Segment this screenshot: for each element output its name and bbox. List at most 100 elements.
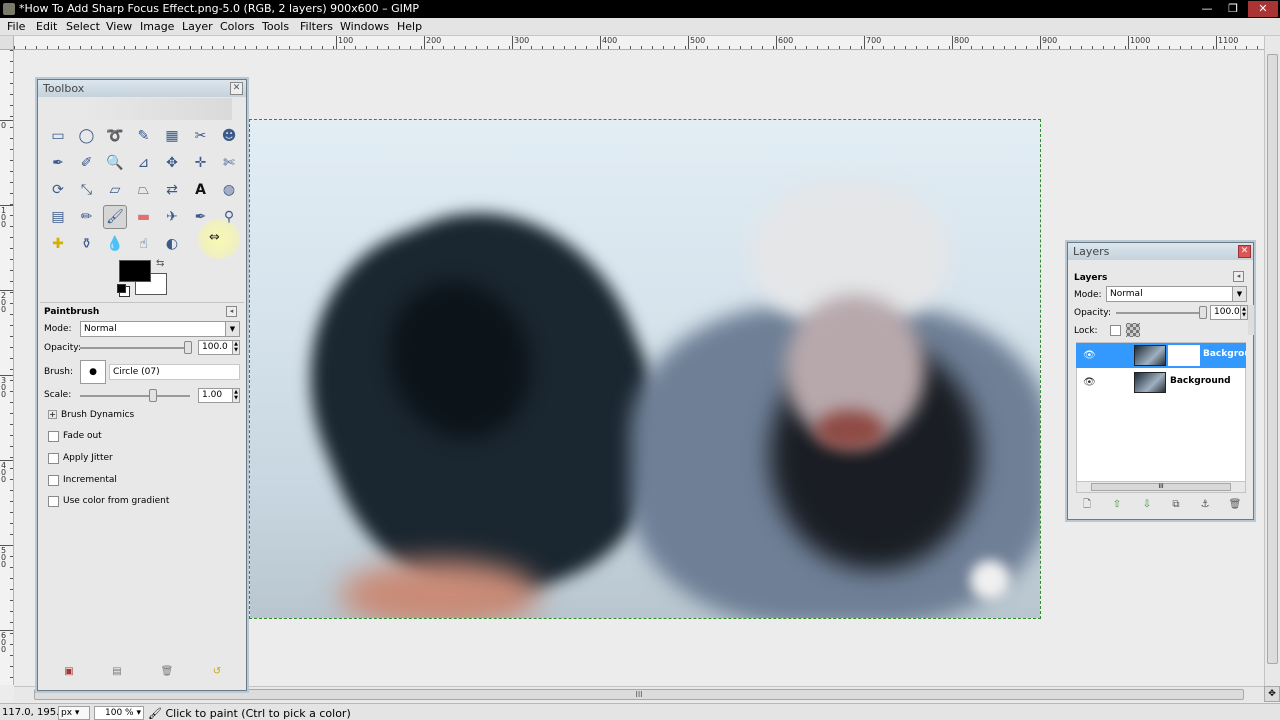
mode-select[interactable]: Normal ▼ bbox=[80, 321, 240, 337]
color-picker-tool-icon[interactable]: ✐ bbox=[75, 151, 99, 175]
opacity-spinbox[interactable]: 100.0 ▲ ▼ bbox=[198, 340, 240, 355]
layers-tab-label[interactable]: Layers bbox=[1074, 273, 1107, 283]
menu-windows[interactable]: Windows bbox=[340, 20, 389, 33]
measure-tool-icon[interactable]: ⊿ bbox=[132, 151, 156, 175]
menu-tools[interactable]: Tools bbox=[262, 20, 289, 33]
shear-tool-icon[interactable]: ▱ bbox=[103, 178, 127, 202]
eraser-tool-icon[interactable]: ▬ bbox=[132, 205, 156, 229]
scale-spinbox[interactable]: 1.00 ▲ ▼ bbox=[198, 388, 240, 403]
scale-slider[interactable] bbox=[80, 395, 190, 397]
menu-layer[interactable]: Layer bbox=[182, 20, 213, 33]
scale-slider-knob[interactable] bbox=[149, 389, 157, 402]
swap-colors-icon[interactable]: ⇆ bbox=[156, 258, 164, 269]
fade-out-checkbox[interactable] bbox=[48, 431, 59, 442]
blend-tool-icon[interactable]: ▤ bbox=[46, 205, 70, 229]
vertical-ruler[interactable]: 0 100 200 300 400 500 600 bbox=[0, 50, 14, 685]
layer-name[interactable]: Backgroun bbox=[1203, 349, 1246, 359]
menu-colors[interactable]: Colors bbox=[220, 20, 254, 33]
reset-options-icon[interactable]: ↺ bbox=[210, 666, 224, 678]
perspective-tool-icon[interactable]: ⏢ bbox=[132, 178, 156, 202]
visibility-eye-icon[interactable]: 👁 bbox=[1083, 350, 1096, 361]
flip-tool-icon[interactable]: ⇄ bbox=[160, 178, 184, 202]
brush-dynamics-expander[interactable]: Brush Dynamics bbox=[61, 410, 134, 420]
menu-select[interactable]: Select bbox=[66, 20, 100, 33]
incremental-checkbox[interactable] bbox=[48, 475, 59, 486]
layer-name[interactable]: Background bbox=[1170, 376, 1231, 386]
airbrush-tool-icon[interactable]: ✈ bbox=[160, 205, 184, 229]
ellipse-select-tool-icon[interactable]: ◯ bbox=[75, 124, 99, 148]
navigate-button[interactable]: ✥ bbox=[1264, 686, 1280, 702]
smudge-tool-icon[interactable]: ☝ bbox=[132, 232, 156, 256]
free-select-tool-icon[interactable]: ➰ bbox=[103, 124, 127, 148]
layer-mask-thumbnail[interactable] bbox=[1168, 345, 1200, 366]
wilber-drop-area[interactable] bbox=[82, 98, 232, 120]
layers-mode-select[interactable]: Normal ▼ bbox=[1106, 286, 1247, 302]
anchor-layer-icon[interactable]: ⚓ bbox=[1198, 499, 1212, 511]
paths-tool-icon[interactable]: ✒ bbox=[46, 151, 70, 175]
blur-sharpen-tool-icon[interactable]: 💧 bbox=[103, 232, 127, 256]
menu-edit[interactable]: Edit bbox=[36, 20, 57, 33]
raise-layer-icon[interactable]: ⇧ bbox=[1110, 499, 1124, 511]
opacity-slider[interactable] bbox=[80, 347, 190, 349]
vertical-scroll-thumb[interactable] bbox=[1267, 54, 1278, 664]
pencil-tool-icon[interactable]: ✏ bbox=[75, 205, 99, 229]
delete-options-icon[interactable]: 🗑 bbox=[160, 666, 174, 678]
layers-hscrollbar[interactable]: III bbox=[1076, 481, 1246, 493]
delete-layer-icon[interactable]: 🗑 bbox=[1228, 499, 1242, 511]
expand-icon[interactable]: + bbox=[48, 410, 57, 419]
lock-pixels-checkbox[interactable] bbox=[1110, 325, 1121, 336]
maximize-button[interactable]: ❐ bbox=[1220, 1, 1246, 17]
fuzzy-select-tool-icon[interactable]: ✎ bbox=[132, 124, 156, 148]
layers-menu-button[interactable]: ◂ bbox=[1233, 271, 1244, 282]
zoom-select[interactable]: 100 % ▾ bbox=[94, 706, 144, 720]
crop-tool-icon[interactable]: ✄ bbox=[217, 151, 241, 175]
zoom-tool-icon[interactable]: 🔍 bbox=[103, 151, 127, 175]
image-canvas[interactable] bbox=[249, 119, 1041, 619]
paintbrush-tool-icon[interactable]: 🖌 bbox=[103, 205, 127, 229]
dodge-burn-tool-icon[interactable]: ◐ bbox=[160, 232, 184, 256]
text-tool-icon[interactable]: A bbox=[189, 178, 213, 202]
layers-opacity-slider[interactable] bbox=[1116, 312, 1206, 314]
layers-close-button[interactable]: ✕ bbox=[1238, 245, 1251, 258]
align-tool-icon[interactable]: ✛ bbox=[189, 151, 213, 175]
layers-vscrollbar[interactable] bbox=[1248, 305, 1254, 335]
bucket-fill-tool-icon[interactable]: ◍ bbox=[217, 178, 241, 202]
scissors-select-tool-icon[interactable]: ✂ bbox=[189, 124, 213, 148]
perspective-clone-tool-icon[interactable]: ⚱ bbox=[75, 232, 99, 256]
layers-opacity-spinbox[interactable]: 100.0 ▲ ▼ bbox=[1210, 305, 1248, 320]
toolbox-header[interactable]: Toolbox bbox=[38, 80, 246, 97]
menu-image[interactable]: Image bbox=[140, 20, 174, 33]
horizontal-ruler[interactable]: 100 200 300 400 500 600 700 800 900 1000 1100 bbox=[14, 36, 1264, 50]
layer-row[interactable]: 👁 Background bbox=[1076, 370, 1246, 395]
brush-name-field[interactable]: Circle (07) bbox=[109, 364, 240, 380]
reset-colors-icon[interactable] bbox=[117, 284, 126, 293]
menu-help[interactable]: Help bbox=[397, 20, 422, 33]
move-tool-icon[interactable]: ✥ bbox=[160, 151, 184, 175]
menu-filters[interactable]: Filters bbox=[300, 20, 333, 33]
vertical-scrollbar[interactable] bbox=[1264, 36, 1280, 686]
apply-jitter-checkbox[interactable] bbox=[48, 453, 59, 464]
toolbox-close-button[interactable]: ✕ bbox=[230, 82, 243, 95]
menu-view[interactable]: View bbox=[106, 20, 132, 33]
layers-opacity-slider-knob[interactable] bbox=[1199, 306, 1207, 319]
minimize-button[interactable]: — bbox=[1194, 1, 1220, 17]
foreground-select-tool-icon[interactable]: ☻ bbox=[217, 124, 241, 148]
layer-row[interactable]: 👁 Backgroun bbox=[1076, 343, 1246, 368]
heal-tool-icon[interactable]: ✚ bbox=[46, 232, 70, 256]
rotate-tool-icon[interactable]: ⟳ bbox=[46, 178, 70, 202]
restore-options-icon[interactable]: ▤ bbox=[110, 666, 124, 678]
foreground-color-swatch[interactable] bbox=[119, 260, 151, 282]
rect-select-tool-icon[interactable]: ▭ bbox=[46, 124, 70, 148]
tool-options-menu-button[interactable]: ◂ bbox=[226, 306, 237, 317]
close-button[interactable]: ✕ bbox=[1248, 1, 1278, 17]
select-by-color-tool-icon[interactable]: ▦ bbox=[160, 124, 184, 148]
unit-select[interactable]: px ▾ bbox=[58, 706, 90, 720]
brush-preview-icon[interactable]: ● bbox=[80, 360, 106, 384]
lock-alpha-icon[interactable] bbox=[1126, 323, 1140, 337]
visibility-eye-icon[interactable]: 👁 bbox=[1083, 377, 1096, 388]
menu-file[interactable]: File bbox=[7, 20, 25, 33]
layers-hscroll-thumb[interactable]: III bbox=[1091, 483, 1231, 491]
layers-header[interactable]: Layers bbox=[1068, 243, 1253, 260]
duplicate-layer-icon[interactable]: ⧉ bbox=[1169, 499, 1183, 511]
save-options-icon[interactable]: ▣ bbox=[62, 666, 76, 678]
